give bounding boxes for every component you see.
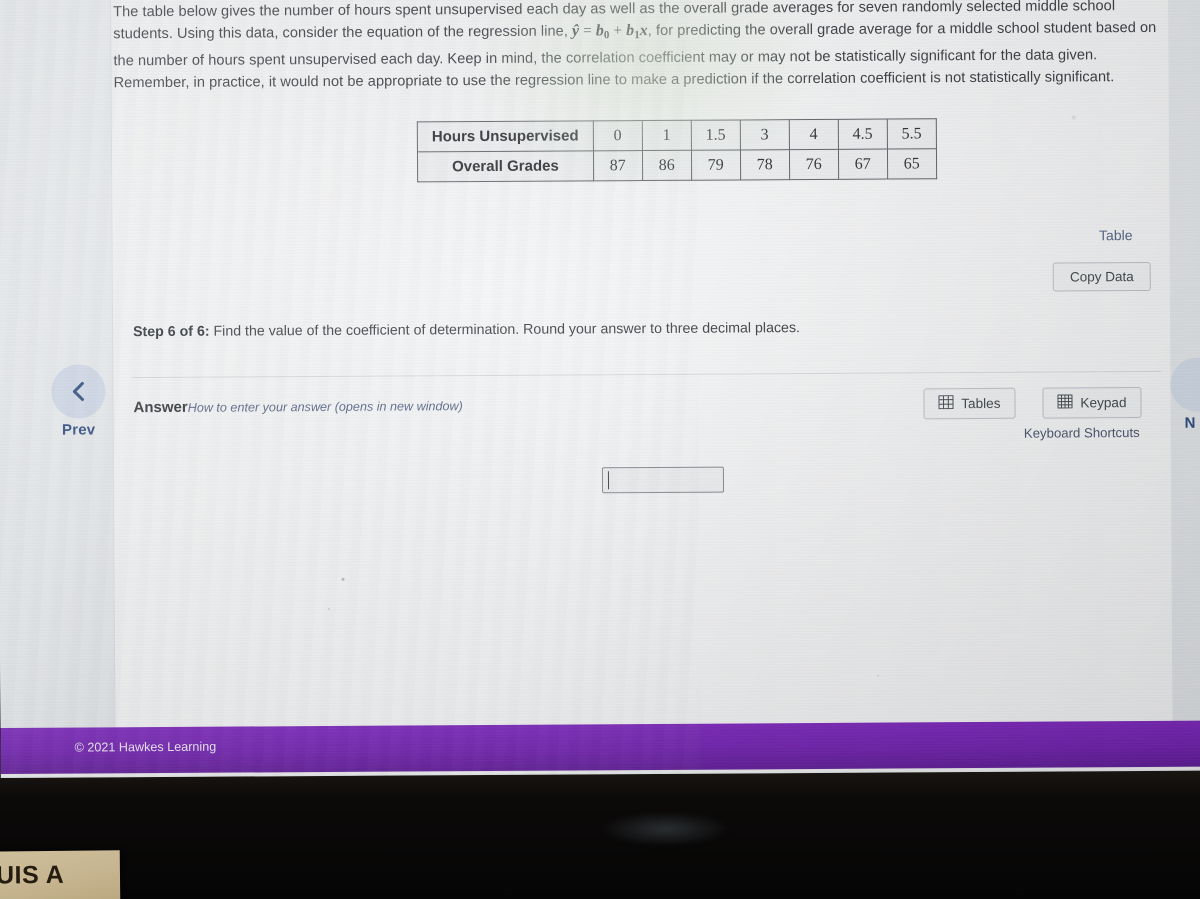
cell-grade-2: 79 xyxy=(691,149,741,181)
question-prompt: The table below gives the number of hour… xyxy=(113,0,1186,95)
step-instruction: Find the value of the coefficient of det… xyxy=(209,320,801,340)
dust-speck xyxy=(341,577,345,581)
keypad-button-label: Keypad xyxy=(1080,395,1127,411)
cell-hours-4: 4 xyxy=(789,119,839,150)
chevron-left-icon xyxy=(69,380,87,402)
answer-help-link[interactable]: How to enter your answer (opens in new w… xyxy=(188,399,463,415)
cell-hours-3: 3 xyxy=(740,119,790,150)
equation-plus: + xyxy=(609,22,627,40)
keypad-icon xyxy=(1057,394,1073,411)
tables-button-label: Tables xyxy=(961,395,1001,412)
table-row-grades: Overall Grades 87 86 79 78 76 67 65 xyxy=(417,148,937,182)
table-row-hours: Hours Unsupervised 0 1 1.5 3 4 4.5 5.5 xyxy=(417,118,937,152)
cell-hours-1: 1 xyxy=(642,120,692,151)
step-row: Step 6 of 6: Find the value of the coeff… xyxy=(130,308,1162,379)
cell-grade-3: 78 xyxy=(740,149,790,180)
row-header-grades: Overall Grades xyxy=(417,150,594,182)
photographed-screen-scene: Prev The table below gives the number of… xyxy=(0,0,1200,899)
tables-button[interactable]: Tables xyxy=(923,387,1016,420)
cell-hours-0: 0 xyxy=(593,120,643,151)
question-content-card: The table below gives the number of hour… xyxy=(109,0,1177,728)
answer-label: Answer xyxy=(133,398,188,417)
answer-input[interactable] xyxy=(601,466,725,494)
cell-hours-2: 1.5 xyxy=(691,119,741,151)
sticky-note: UIS A xyxy=(0,850,121,899)
cell-hours-6: 5.5 xyxy=(886,118,937,150)
copy-data-button[interactable]: Copy Data xyxy=(1052,261,1151,292)
equation-x: x xyxy=(639,22,648,40)
cell-hours-5: 4.5 xyxy=(838,119,888,150)
answer-label-group: AnswerHow to enter your answer (opens in… xyxy=(133,397,462,416)
data-table-container: Hours Unsupervised 0 1 1.5 3 4 4.5 5.5 O… xyxy=(416,118,937,183)
cell-grade-1: 86 xyxy=(642,150,692,181)
keyboard-shortcuts-link[interactable]: Keyboard Shortcuts xyxy=(1024,425,1140,441)
dust-speck xyxy=(1071,115,1076,120)
row-header-hours: Hours Unsupervised xyxy=(417,120,594,152)
footer-copyright: © 2021 Hawkes Learning xyxy=(74,739,217,755)
monitor-screen: Prev The table below gives the number of… xyxy=(0,0,1200,778)
dust-speck xyxy=(877,674,880,677)
grid-table-icon xyxy=(938,395,954,412)
prev-circle[interactable] xyxy=(51,364,106,419)
data-table: Hours Unsupervised 0 1 1.5 3 4 4.5 5.5 O… xyxy=(416,118,937,183)
step-text: Step 6 of 6: Find the value of the coeff… xyxy=(133,320,800,340)
equation-b1: b xyxy=(626,22,635,40)
left-navigation-rail: Prev xyxy=(0,0,116,728)
answer-row: AnswerHow to enter your answer (opens in… xyxy=(131,381,1161,449)
cell-grade-5: 67 xyxy=(838,149,888,180)
keypad-button[interactable]: Keypad xyxy=(1042,387,1142,419)
cell-grade-0: 87 xyxy=(593,150,643,181)
cell-grade-6: 65 xyxy=(887,148,937,180)
prev-button[interactable]: Prev xyxy=(36,364,120,439)
dust-speck xyxy=(327,607,330,610)
page-footer: © 2021 Hawkes Learning xyxy=(0,720,1200,775)
table-link[interactable]: Table xyxy=(1099,227,1133,243)
next-label: N xyxy=(1184,414,1196,432)
equation-equals: = xyxy=(579,22,596,40)
step-label: Step 6 of 6: xyxy=(133,323,210,341)
sticky-note-text: UIS A xyxy=(0,860,65,890)
equation-yhat: ŷ xyxy=(571,22,580,40)
equation-b0: b xyxy=(595,22,604,40)
prev-label: Prev xyxy=(61,421,96,439)
text-caret xyxy=(607,471,610,490)
desk-reflection xyxy=(600,812,730,846)
cell-grade-4: 76 xyxy=(789,149,839,180)
